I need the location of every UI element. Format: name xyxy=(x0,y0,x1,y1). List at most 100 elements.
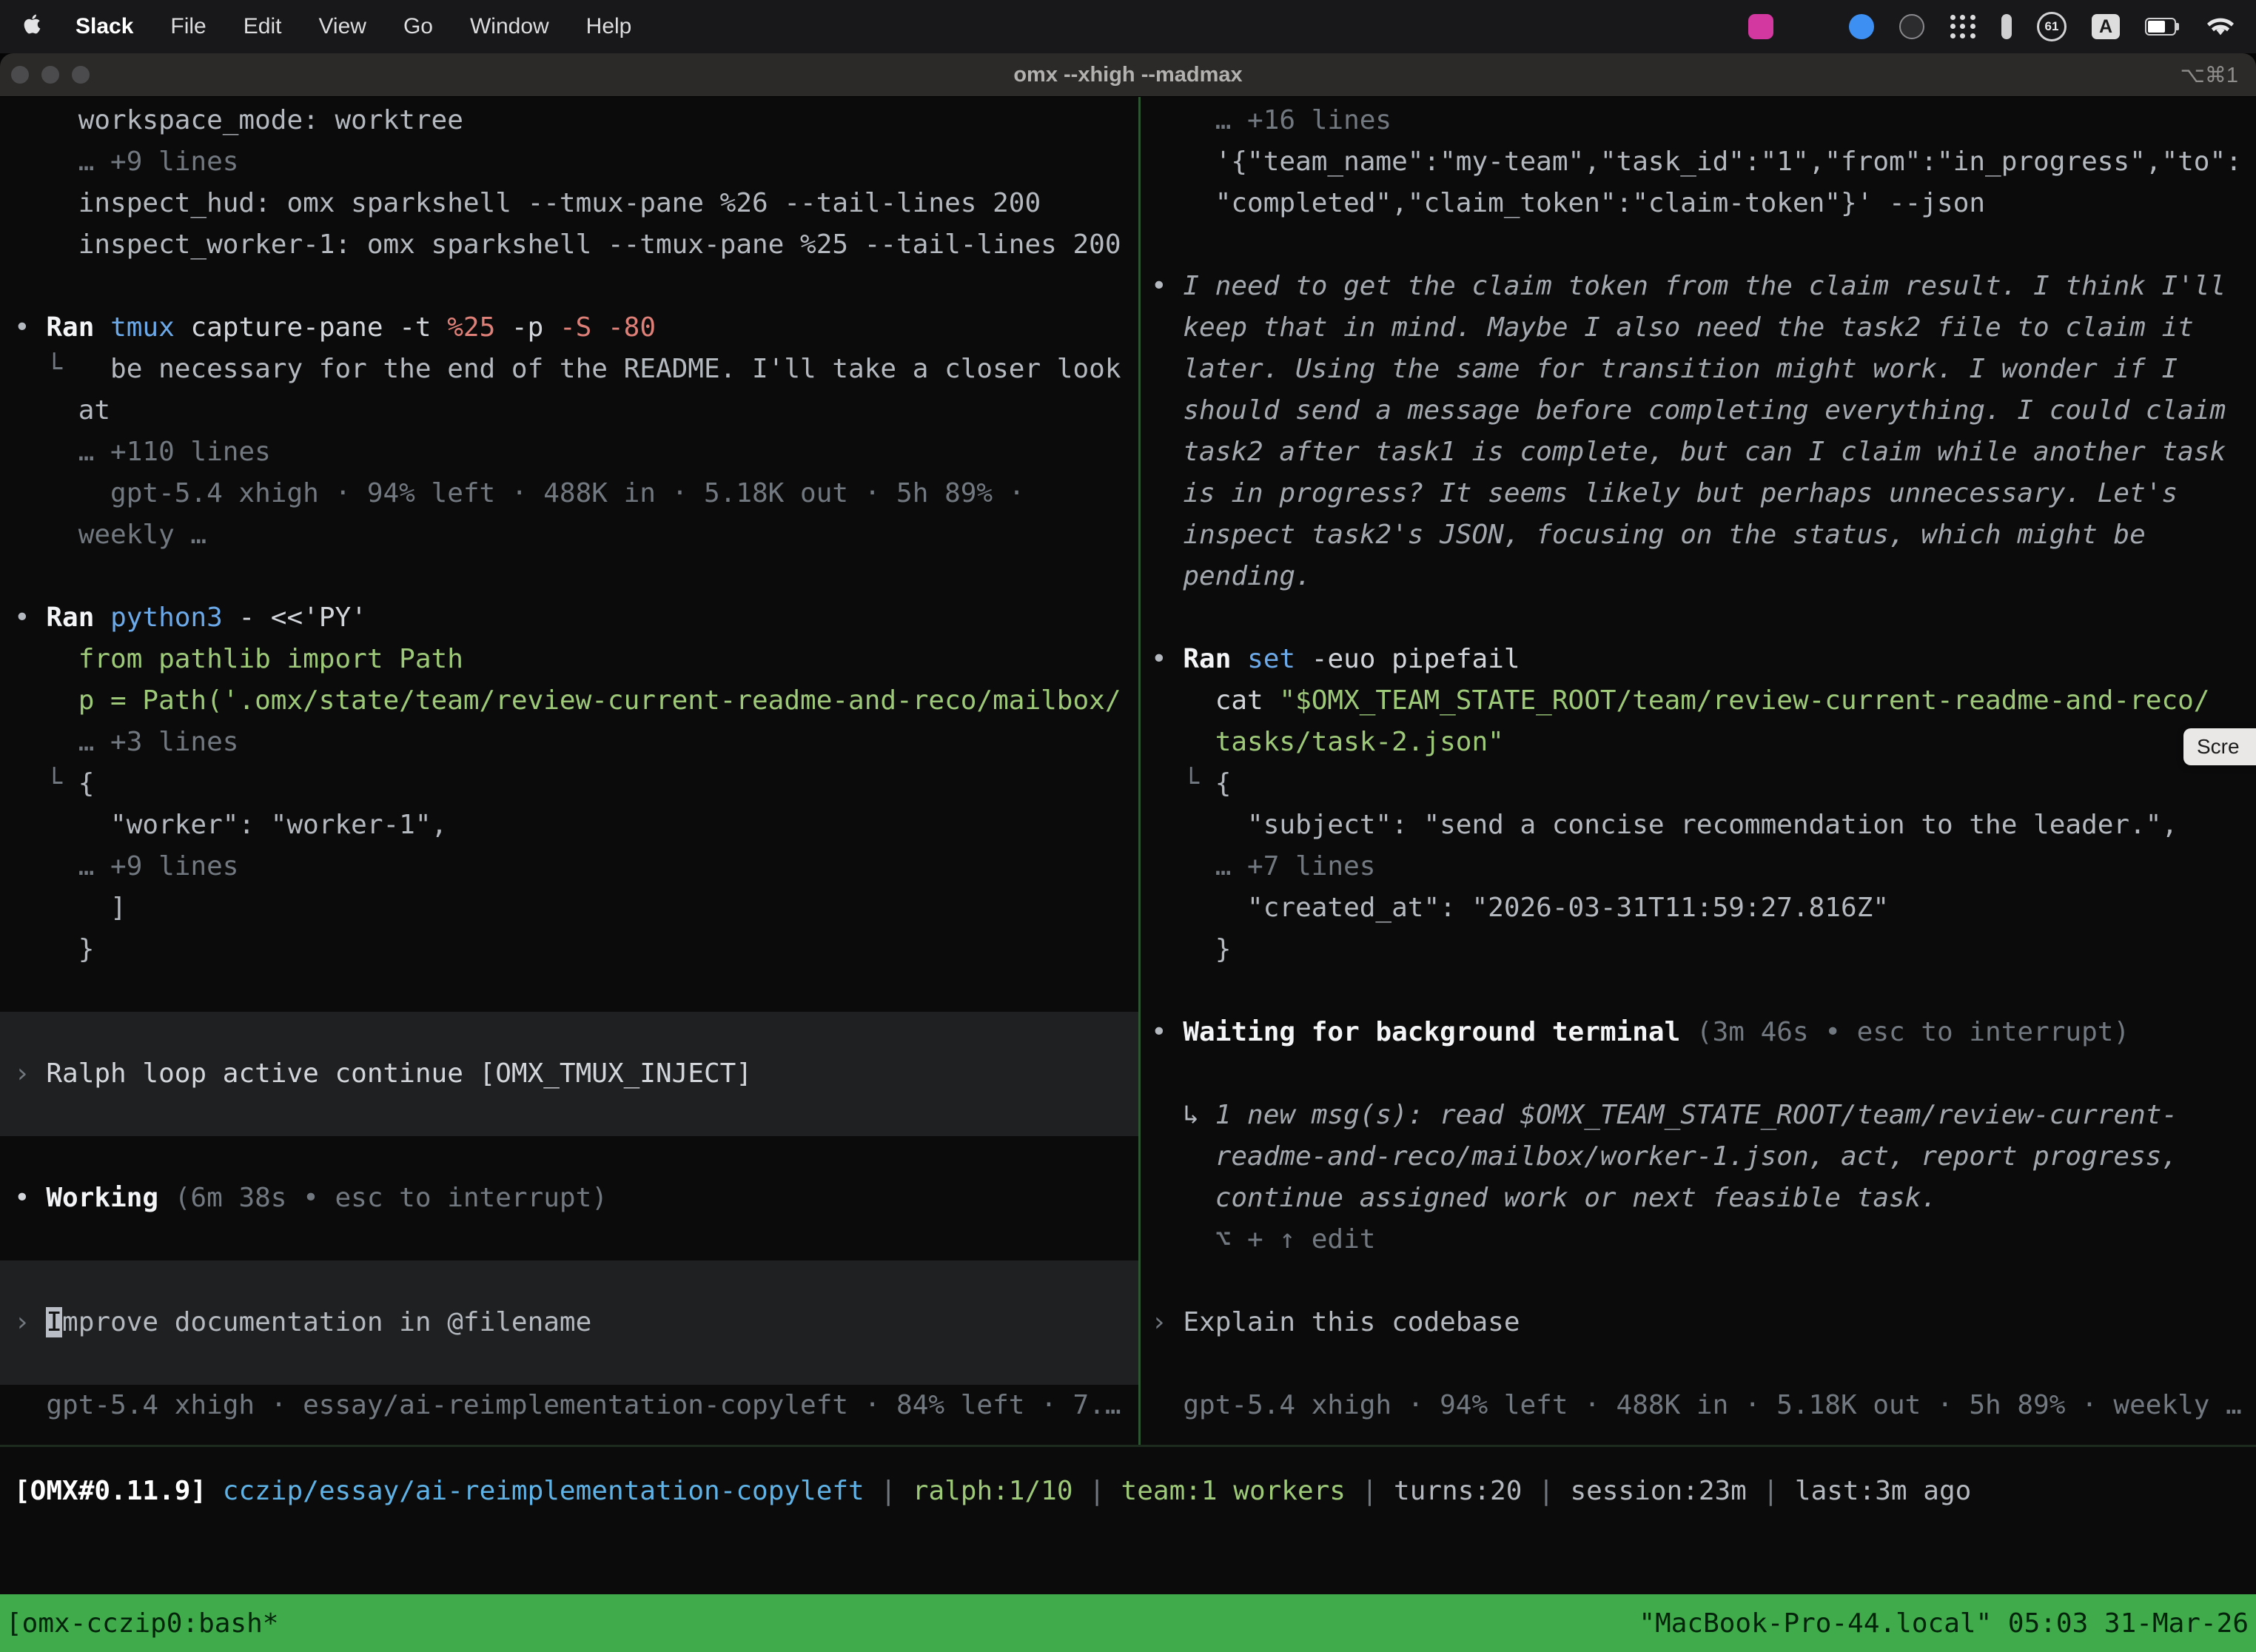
menu-go[interactable]: Go xyxy=(385,14,451,39)
composer-row[interactable]: › Ralph loop active continue [OMX_TMUX_I… xyxy=(0,1012,1138,1136)
text-segment: ⌥ + ↑ edit xyxy=(1151,1224,1375,1255)
text-segment xyxy=(591,312,608,343)
terminal-line: • Waiting for background terminal (3m 46… xyxy=(1151,1012,2256,1053)
text-segment: at xyxy=(14,395,110,426)
text-segment: … +16 lines xyxy=(1151,105,1391,135)
text-segment: -euo pipefail xyxy=(1312,644,1520,674)
pane-bottom-divider xyxy=(0,1445,2256,1447)
status-segment: | xyxy=(1073,1476,1121,1506)
terminal-line: continue assigned work or next feasible … xyxy=(1151,1178,2256,1219)
slim-app-icon[interactable] xyxy=(2001,14,2012,39)
terminal-line: is in progress? It seems likely but perh… xyxy=(1151,473,2256,514)
text-segment: Ran xyxy=(1183,644,1247,674)
dark-app-icon[interactable] xyxy=(1899,14,1924,39)
window-shortcut-hint: ⌥⌘1 xyxy=(2180,62,2238,88)
terminal-line: • Working (6m 38s • esc to interrupt) xyxy=(14,1178,1138,1219)
text-segment: … +3 lines xyxy=(14,727,238,757)
text-segment: Waiting for background terminal xyxy=(1183,1017,1696,1047)
text-segment: cat xyxy=(1151,685,1279,716)
menu-slack[interactable]: Slack xyxy=(57,14,152,39)
text-segment: • xyxy=(14,312,46,343)
text-segment: tmux xyxy=(110,312,190,343)
text-segment: -p xyxy=(495,312,560,343)
terminal-line: task2 after task1 is complete, but can I… xyxy=(1151,432,2256,473)
menu-view[interactable]: View xyxy=(300,14,384,39)
text-segment: • xyxy=(14,1183,46,1213)
menu-items: SlackFileEditViewGoWindowHelp xyxy=(57,14,650,39)
window-tiles-icon[interactable] xyxy=(1799,14,1824,39)
status-segment: [OMX#0.11.9] xyxy=(14,1476,207,1506)
text-segment: p = Path('.omx/state/team/review-current… xyxy=(14,685,1121,716)
input-source-label: A xyxy=(2099,16,2112,38)
terminal-line: should send a message before completing … xyxy=(1151,390,2256,432)
text-segment: • xyxy=(14,602,46,633)
text-segment: is in progress? It seems likely but perh… xyxy=(1151,478,2178,508)
terminal-line: gpt-5.4 xhigh · 94% left · 488K in · 5.1… xyxy=(14,473,1138,514)
status-segment xyxy=(207,1476,223,1506)
text-segment: "completed","claim_token":"claim-token"}… xyxy=(1151,188,1985,218)
text-segment: python3 xyxy=(110,602,238,633)
blue-app-icon[interactable] xyxy=(1849,14,1874,39)
text-segment: -S xyxy=(560,312,591,343)
status-segment: turns:20 xyxy=(1394,1476,1522,1506)
right-pane[interactable]: … +16 lines '{"team_name":"my-team","tas… xyxy=(1141,97,2256,1444)
terminal-line: └ { xyxy=(1151,763,2256,805)
terminal-line: pending. xyxy=(1151,556,2256,597)
status-segment: session:23m xyxy=(1570,1476,1746,1506)
terminal-line: inspect_worker-1: omx sparkshell --tmux-… xyxy=(14,224,1138,266)
menu-help[interactable]: Help xyxy=(568,14,651,39)
text-segment: Working xyxy=(46,1183,174,1213)
menu-edit[interactable]: Edit xyxy=(225,14,301,39)
battery-gauge-value: 61 xyxy=(2045,19,2059,34)
dots-grid-icon[interactable] xyxy=(1950,14,1976,39)
status-segment: | xyxy=(865,1476,913,1506)
terminal-line: keep that in mind. Maybe I also need the… xyxy=(1151,307,2256,349)
text-segment: • xyxy=(1151,644,1183,674)
text-segment: Explain this codebase xyxy=(1183,1307,1520,1337)
text-segment: } xyxy=(1151,934,1231,964)
terminal-line: • Ran tmux capture-pane -t %25 -p -S -80 xyxy=(14,307,1138,349)
apple-menu[interactable] xyxy=(22,13,57,41)
text-segment: Ran xyxy=(46,312,110,343)
text-segment: task2 after task1 is complete, but can I… xyxy=(1151,437,2226,467)
menu-file[interactable]: File xyxy=(152,14,224,39)
terminal-line: └ { xyxy=(14,763,1138,805)
wifi-icon[interactable] xyxy=(2206,16,2235,38)
left-pane[interactable]: workspace_mode: worktree … +9 lines insp… xyxy=(0,97,1138,1444)
terminal-line xyxy=(14,970,1138,1012)
text-segment: inspect_hud: omx sparkshell --tmux-pane … xyxy=(14,188,1041,218)
text-segment: └ xyxy=(1151,768,1215,799)
composer-row[interactable]: › Improve documentation in @filename xyxy=(0,1260,1138,1385)
status-segment: cczip/essay/ai-reimplementation-copyleft xyxy=(223,1476,865,1506)
text-segment: keep that in mind. Maybe I also need the… xyxy=(1151,312,2194,343)
text-segment: should send a message before completing … xyxy=(1151,395,2226,426)
screen-recording-icon[interactable] xyxy=(1748,14,1773,39)
battery-gauge-icon[interactable]: 61 xyxy=(2037,12,2067,41)
text-segment: -80 xyxy=(608,312,656,343)
text-segment: mprove documentation in @filename xyxy=(62,1307,591,1337)
tmux-status-bar: [omx-cczip0:bash* "MacBook-Pro-44.local"… xyxy=(0,1594,2256,1652)
text-segment: pending. xyxy=(1151,561,1312,591)
terminal-line: • I need to get the claim token from the… xyxy=(1151,266,2256,307)
terminal-line: cat "$OMX_TEAM_STATE_ROOT/team/review-cu… xyxy=(1151,680,2256,722)
terminal-content: workspace_mode: worktree … +9 lines insp… xyxy=(0,97,2256,1652)
status-segment: team:1 workers xyxy=(1121,1476,1346,1506)
input-source-icon[interactable]: A xyxy=(2092,14,2120,39)
terminal-line: later. Using the same for transition mig… xyxy=(1151,349,2256,390)
text-segment: gpt-5.4 xhigh · 94% left · 488K in · 5.1… xyxy=(1151,1390,2242,1420)
text-segment: › xyxy=(1151,1307,1183,1337)
terminal-line: '{"team_name":"my-team","task_id":"1","f… xyxy=(1151,141,2256,183)
text-segment: ] xyxy=(14,893,127,923)
text-segment: ↳ xyxy=(1151,1100,1215,1130)
text-segment: "subject": "send a concise recommendatio… xyxy=(1151,810,2178,840)
menu-window[interactable]: Window xyxy=(451,14,568,39)
terminal-line: weekly … xyxy=(14,514,1138,556)
text-segment: inspect_worker-1: omx sparkshell --tmux-… xyxy=(14,229,1121,260)
battery-icon[interactable] xyxy=(2145,18,2181,36)
window-titlebar[interactable]: omx --xhigh --madmax ⌥⌘1 xyxy=(0,53,2256,97)
text-segment: … +110 lines xyxy=(14,437,271,467)
text-segment: gpt-5.4 xhigh · 94% left · 488K in · 5.1… xyxy=(14,478,1024,508)
terminal-line: "completed","claim_token":"claim-token"}… xyxy=(1151,183,2256,224)
text-segment: } xyxy=(14,934,94,964)
terminal-line xyxy=(1151,1053,2256,1095)
